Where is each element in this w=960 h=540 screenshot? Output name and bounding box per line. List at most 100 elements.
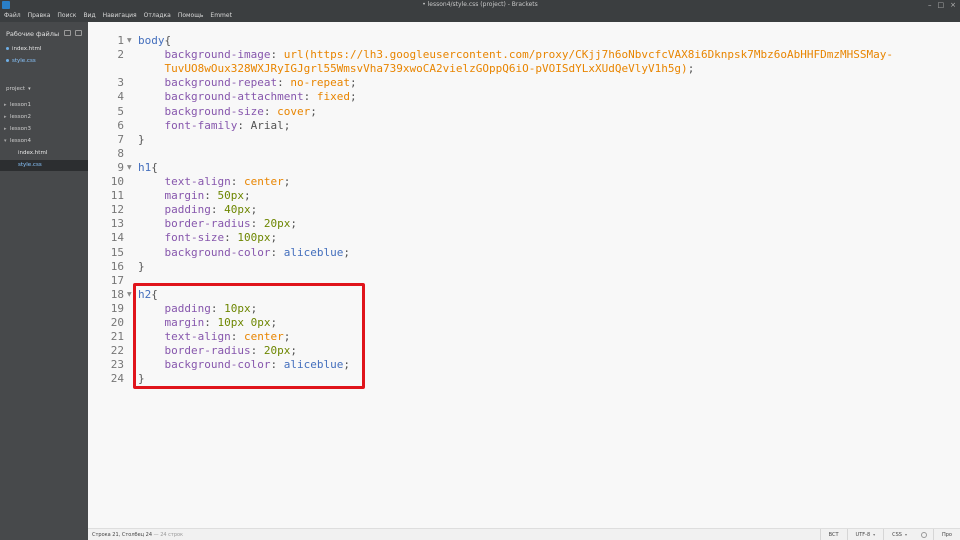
code-token: ; — [343, 245, 350, 259]
fold-arrow-icon[interactable]: ▼ — [127, 37, 132, 44]
code-token: : — [303, 90, 317, 104]
code-token: background-image — [164, 48, 271, 62]
code-token: TuvUO8wOux328WXJRyIGJgrl55WmsvVha739xwoC… — [164, 62, 688, 76]
code-token: : Arial; — [237, 118, 291, 132]
line-number: 16 — [110, 259, 124, 273]
sidebar: Рабочие файлы index.html style.css proje… — [0, 22, 88, 540]
code-token: : — [210, 203, 225, 217]
code-token: ; — [270, 231, 278, 245]
minimize-icon[interactable]: – — [928, 0, 932, 10]
code-token: ; — [349, 90, 357, 104]
code-token: center — [243, 175, 284, 188]
code-line[interactable]: background-attachment: fixed; — [138, 90, 357, 103]
line-number: 2 — [117, 48, 124, 62]
code-token: : — [250, 217, 264, 231]
code-line[interactable]: background-size: cover; — [138, 105, 317, 118]
line-number: 14 — [110, 231, 124, 245]
cursor-position: Строка 21, Столбец 24 — 24 строк — [92, 532, 184, 538]
code-token: ; — [244, 189, 251, 203]
line-number: 11 — [110, 189, 124, 203]
status-extra[interactable]: Про — [933, 529, 960, 540]
status-bar: Строка 21, Столбец 24 — 24 строк ВСТ UTF… — [88, 528, 960, 540]
line-number: 6 — [117, 118, 124, 132]
tree-folder-lesson1[interactable]: ▸ lesson1 — [4, 102, 31, 108]
maximize-icon[interactable]: □ — [938, 0, 945, 10]
line-number: 9 — [117, 160, 124, 174]
code-token: ; — [310, 104, 317, 118]
code-editor[interactable]: 1 ▼ 2 3 4 5 6 7 8 9 ▼ 10 11 12 13 14 15 16 17 18 ▼ 19 20 21 22 23… — [88, 22, 960, 528]
code-token: 100px — [237, 231, 271, 245]
line-number: 24 — [110, 372, 124, 386]
tree-file-style-css[interactable]: style.css — [18, 162, 42, 168]
code-line[interactable]: background-color: aliceblue; — [138, 246, 350, 259]
menu-bar: Файл Правка Поиск Вид Навигация Отладка … — [0, 10, 960, 22]
code-token: fixed — [316, 90, 350, 104]
close-icon[interactable]: × — [950, 0, 956, 10]
code-token: ; — [250, 203, 258, 217]
tree-folder-lesson4[interactable]: ▾ lesson4 — [4, 138, 31, 144]
code-token: : — [270, 245, 284, 259]
tree-folder-lesson2[interactable]: ▸ lesson2 — [4, 114, 31, 120]
code-token: body — [138, 34, 165, 47]
code-line[interactable]: body{ — [138, 34, 171, 47]
working-files-menu-icon[interactable] — [75, 30, 82, 36]
menu-navigate[interactable]: Навигация — [103, 10, 137, 22]
code-line[interactable]: font-size: 100px; — [138, 231, 278, 245]
code-line[interactable]: } — [138, 133, 145, 146]
tree-selection-highlight — [0, 160, 88, 171]
project-dropdown[interactable]: project ▾ — [6, 86, 31, 92]
menu-view[interactable]: Вид — [83, 10, 95, 22]
code-token: ; — [687, 62, 695, 76]
code-token: : — [204, 189, 218, 203]
code-line[interactable]: padding: 40px; — [138, 203, 258, 217]
tree-folder-lesson3[interactable]: ▸ lesson3 — [4, 126, 31, 132]
language-dropdown[interactable]: CSS ▾ — [883, 529, 915, 540]
menu-debug[interactable]: Отладка — [144, 10, 171, 22]
code-line[interactable]: text-align: center; — [138, 175, 291, 188]
line-number: 3 — [117, 76, 124, 90]
code-token: background-attachment — [164, 90, 304, 104]
code-line[interactable]: font-family: Arial; — [138, 118, 291, 132]
code-token: ; — [283, 175, 291, 188]
code-token: 40px — [224, 203, 251, 217]
menu-emmet[interactable]: Emmet — [210, 10, 232, 22]
fold-arrow-icon[interactable]: ▼ — [127, 164, 132, 171]
line-number: 4 — [117, 90, 124, 104]
menu-file[interactable]: Файл — [4, 10, 21, 22]
menu-find[interactable]: Поиск — [57, 10, 76, 22]
code-token: margin — [164, 189, 205, 203]
line-number: 22 — [110, 344, 124, 358]
code-token: ; — [349, 76, 357, 90]
tree-file-index-html[interactable]: index.html — [18, 150, 47, 156]
status-right-group: ВСТ UTF-8 ▾ CSS ▾ Про — [819, 529, 960, 540]
linter-status-icon[interactable] — [921, 532, 927, 538]
code-token: text-align — [164, 175, 231, 188]
fold-arrow-icon[interactable]: ▼ — [127, 291, 132, 298]
line-count: — 24 строк — [153, 532, 184, 538]
file-dot-icon — [6, 47, 9, 50]
code-line[interactable]: margin: 50px; — [138, 189, 251, 202]
code-token: : — [224, 231, 238, 245]
working-file-style-css[interactable]: style.css — [6, 58, 36, 64]
insert-mode-toggle[interactable]: ВСТ — [819, 529, 847, 540]
menu-help[interactable]: Помощь — [178, 10, 204, 22]
chevron-down-icon: ▾ — [904, 532, 907, 537]
code-line[interactable]: border-radius: 20px; — [138, 217, 297, 230]
split-view-icon[interactable] — [64, 30, 71, 36]
encoding-dropdown[interactable]: UTF-8 ▾ — [846, 529, 884, 540]
line-number: 10 — [110, 175, 124, 188]
code-line[interactable]: } — [138, 260, 145, 273]
menu-edit[interactable]: Правка — [28, 10, 51, 22]
code-line[interactable]: h1{ — [138, 161, 158, 174]
working-file-index-html[interactable]: index.html — [6, 46, 41, 52]
code-line[interactable]: background-image: url(https://lh3.google… — [138, 48, 894, 62]
code-line[interactable]: background-repeat: no-repeat; — [138, 76, 357, 89]
code-token: { — [151, 160, 158, 174]
code-line[interactable]: TuvUO8wOux328WXJRyIGJgrl55WmsvVha739xwoC… — [138, 62, 695, 76]
code-token: background-repeat — [164, 76, 278, 90]
